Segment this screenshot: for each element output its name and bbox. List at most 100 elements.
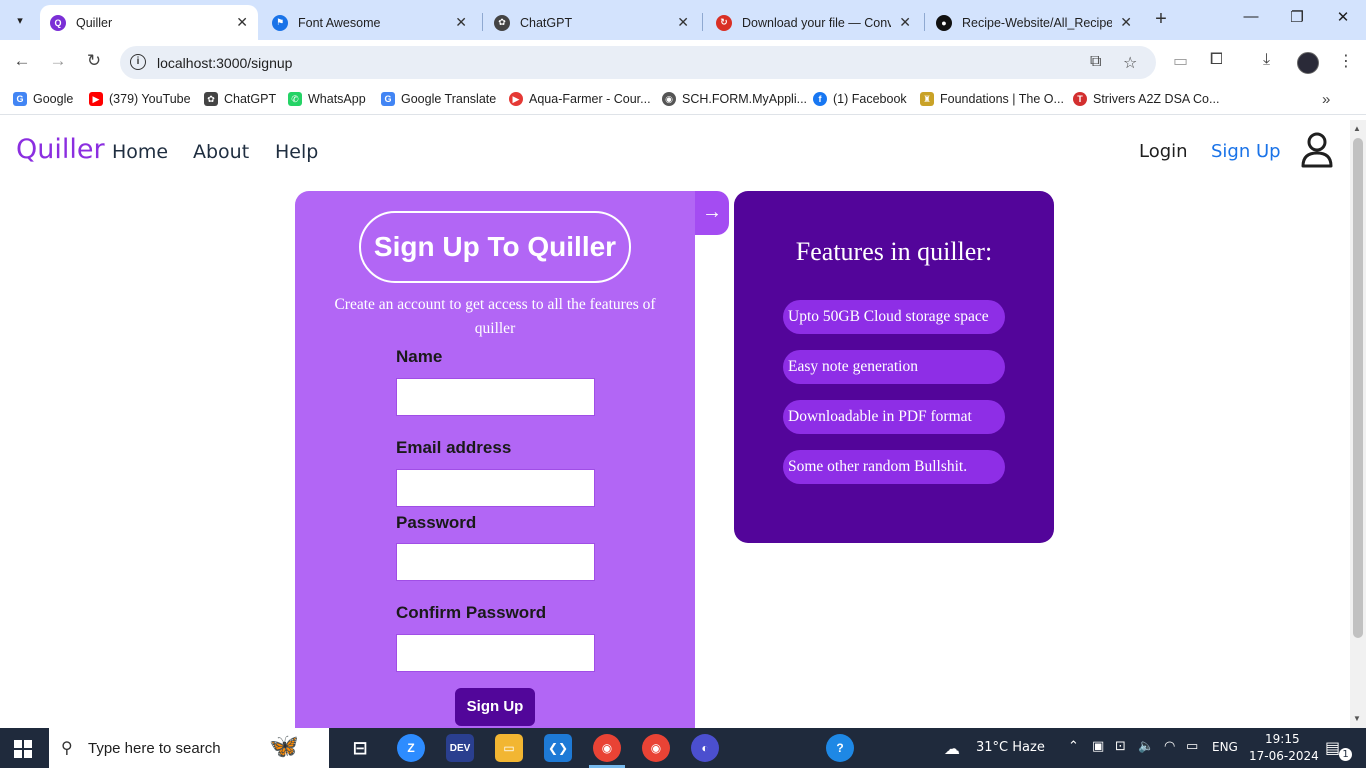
windows-start-icon[interactable] [14, 740, 32, 758]
tray-network-share-icon[interactable]: ⊡ [1115, 739, 1126, 754]
close-window-icon[interactable]: ✕ [1328, 8, 1358, 26]
clock-time[interactable]: 19:15 [1265, 732, 1300, 746]
nav-help-link[interactable]: Help [275, 141, 318, 163]
email-field[interactable] [396, 469, 595, 507]
bookmark-facebook[interactable]: f (1) Facebook [813, 92, 907, 106]
login-link[interactable]: Login [1139, 141, 1188, 162]
nav-home-link[interactable]: Home [112, 141, 168, 163]
name-field[interactable] [396, 378, 595, 416]
scrollbar-thumb[interactable] [1353, 138, 1363, 638]
site-info-icon[interactable]: i [130, 54, 146, 70]
tab-github-recipe[interactable]: ● Recipe-Website/All_Recipes ✕ [926, 5, 1142, 40]
bookmark-strivers[interactable]: T Strivers A2Z DSA Co... [1073, 92, 1219, 106]
weather-icon[interactable]: ☁ [944, 739, 960, 758]
close-tab-icon[interactable]: ✕ [455, 14, 467, 31]
site-logo[interactable]: Quiller [16, 134, 105, 165]
signup-title: Sign Up To Quiller [359, 211, 631, 283]
confirm-password-field[interactable] [396, 634, 595, 672]
bookmark-star-icon[interactable]: ☆ [1123, 53, 1137, 73]
confirm-password-label: Confirm Password [396, 603, 547, 622]
tab-search-chevron-icon[interactable]: ▾ [7, 7, 33, 33]
close-tab-icon[interactable]: ✕ [677, 14, 689, 31]
battery-icon[interactable]: ▭ [1186, 739, 1198, 754]
restore-icon[interactable]: ❐ [1282, 8, 1312, 26]
butterfly-icon: 🦋 [269, 733, 299, 760]
page-viewport: Quiller Home About Help Login Sign Up Si… [0, 120, 1366, 728]
nav-about-link[interactable]: About [193, 141, 249, 163]
bookmark-google-translate[interactable]: G Google Translate [381, 92, 496, 106]
bookmark-odin-project[interactable]: ♜ Foundations | The O... [920, 92, 1064, 106]
close-tab-icon[interactable]: ✕ [899, 14, 911, 31]
feature-item: Upto 50GB Cloud storage space [783, 300, 1005, 334]
chrome-icon[interactable]: ◉ [593, 734, 621, 762]
minimize-icon[interactable]: — [1236, 8, 1266, 25]
bookmark-whatsapp[interactable]: ✆ WhatsApp [288, 92, 366, 106]
tab-label: Download your file — Conve [742, 15, 892, 30]
chatgpt-icon: ✿ [204, 92, 218, 106]
chrome-profile-icon[interactable]: ◉ [642, 734, 670, 762]
tab-chatgpt[interactable]: ✿ ChatGPT ✕ [484, 5, 699, 40]
windows-taskbar: ⚲ Type here to search 🦋 ⊟ Z DEV ▭ ❮❯ ◉ ◉… [0, 728, 1366, 768]
tab-separator [924, 13, 925, 31]
globe-icon: ◉ [662, 92, 676, 106]
bookmark-chatgpt[interactable]: ✿ ChatGPT [204, 92, 276, 106]
signup-submit-button[interactable]: Sign Up [455, 688, 535, 726]
tab-quiller[interactable]: Q Quiller ✕ [40, 5, 258, 40]
dev-app-icon[interactable]: DEV [446, 734, 474, 762]
file-explorer-icon[interactable]: ▭ [495, 734, 523, 762]
url-text[interactable]: localhost:3000/signup [157, 55, 292, 71]
profile-avatar[interactable] [1297, 52, 1319, 74]
tray-app-icon[interactable]: ▣ [1092, 739, 1104, 754]
close-tab-icon[interactable]: ✕ [1120, 14, 1132, 31]
close-tab-icon[interactable]: ✕ [236, 14, 248, 31]
page-scrollbar[interactable]: ▲ ▼ [1350, 120, 1366, 728]
taskbar-search-box[interactable]: ⚲ Type here to search 🦋 [49, 728, 329, 768]
bookmark-label: Aqua-Farmer - Cour... [529, 92, 651, 106]
chatgpt-favicon-icon: ✿ [494, 14, 510, 31]
tab-font-awesome[interactable]: ⚑ Font Awesome ✕ [262, 5, 477, 40]
tab-convert[interactable]: ↻ Download your file — Conve ✕ [706, 5, 921, 40]
reload-icon[interactable]: ↻ [82, 51, 106, 71]
bookmark-youtube[interactable]: ▶ (379) YouTube [89, 92, 191, 106]
password-field[interactable] [396, 543, 595, 581]
task-view-icon[interactable]: ⊟ [346, 734, 374, 762]
new-tab-plus-icon[interactable]: + [1150, 8, 1172, 31]
extensions-puzzle-icon[interactable]: ⧠ [1210, 51, 1223, 69]
google-icon: G [13, 92, 27, 106]
volume-icon[interactable]: 🔈 [1138, 739, 1154, 754]
weather-text[interactable]: 31°C Haze [976, 740, 1045, 755]
address-bar[interactable]: i localhost:3000/signup ⧉ ☆ [120, 46, 1156, 79]
install-app-icon[interactable]: ⧉ [1090, 53, 1101, 71]
taskbar-search-placeholder: Type here to search [88, 740, 221, 757]
back-arrow-icon[interactable]: ← [10, 51, 34, 71]
notification-icon[interactable]: ▤ [1325, 738, 1340, 757]
bookmark-aqua-farmer[interactable]: ▶ Aqua-Farmer - Cour... [509, 92, 651, 106]
signup-link[interactable]: Sign Up [1211, 141, 1281, 162]
extension-icon[interactable]: ▭ [1173, 51, 1188, 71]
bookmarks-overflow-chevron-icon[interactable]: » [1322, 91, 1330, 108]
language-indicator[interactable]: ENG [1212, 740, 1238, 754]
feature-item: Downloadable in PDF format [783, 400, 1005, 434]
bookmark-sch-form[interactable]: ◉ SCH.FORM.MyAppli... [662, 92, 807, 106]
zoom-app-icon[interactable]: Z [397, 734, 425, 762]
bookmark-google[interactable]: G Google [13, 92, 73, 106]
scroll-up-arrow-icon[interactable]: ▲ [1353, 124, 1361, 133]
show-hidden-icons-chevron-icon[interactable]: ⌃ [1068, 739, 1079, 754]
scroll-down-arrow-icon[interactable]: ▼ [1353, 714, 1361, 723]
password-label: Password [396, 513, 477, 532]
vscode-icon[interactable]: ❮❯ [544, 734, 572, 762]
help-app-icon[interactable]: ? [826, 734, 854, 762]
browser-toolbar: ← → ↻ i localhost:3000/signup ⧉ ☆ [0, 40, 1366, 85]
bookmark-label: (1) Facebook [833, 92, 907, 106]
bookmark-label: Foundations | The O... [940, 92, 1064, 106]
clock-date[interactable]: 17-06-2024 [1249, 749, 1319, 763]
signup-card: Sign Up To Quiller Create an account to … [295, 191, 695, 728]
eclipse-app-icon[interactable]: ◐ [691, 734, 719, 762]
more-menu-icon[interactable]: ⋮ [1338, 51, 1354, 71]
arrow-right-icon[interactable]: → [695, 191, 729, 235]
wifi-icon[interactable]: ◠ [1164, 739, 1175, 754]
user-profile-icon[interactable] [1300, 132, 1334, 168]
translate-icon: G [381, 92, 395, 106]
forward-arrow-icon[interactable]: → [46, 51, 70, 71]
downloads-icon[interactable]: ⤓ [1263, 51, 1270, 69]
